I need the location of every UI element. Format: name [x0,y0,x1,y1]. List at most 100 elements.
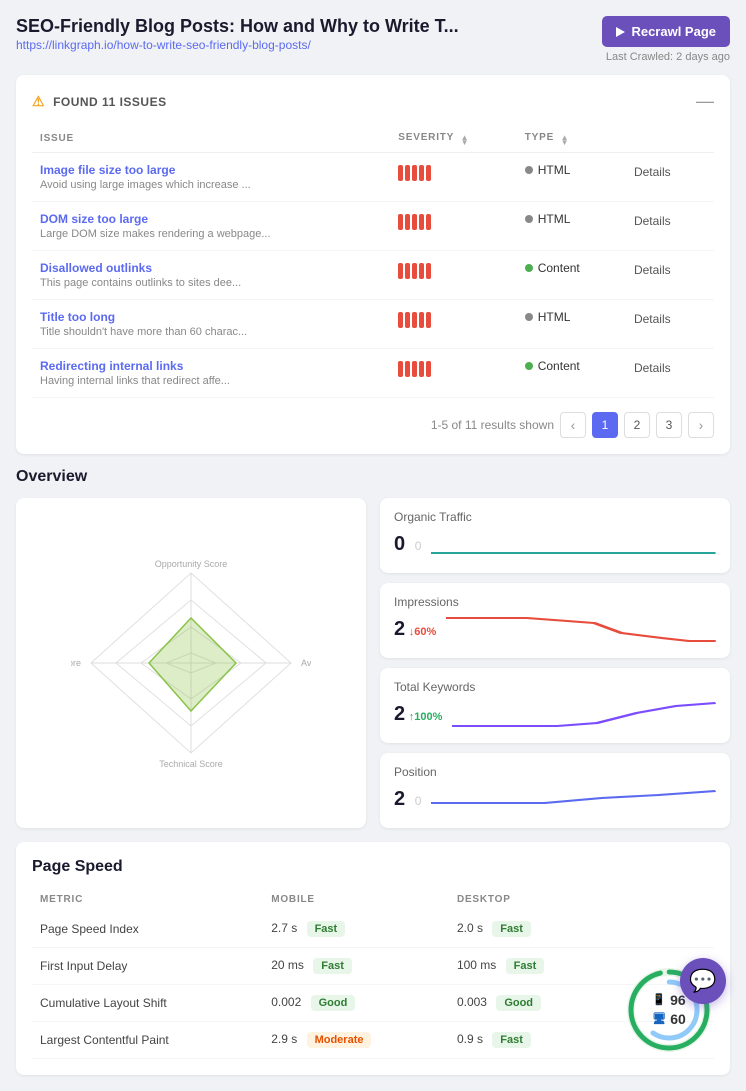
details-cell: Details [620,348,714,397]
table-row: Title too long Title shouldn't have more… [32,299,714,348]
overview-grid: Opportunity Score Avg. Speed Index Techn… [16,498,730,828]
issue-desc: Title shouldn't have more than 60 charac… [40,326,382,338]
page-header: SEO-Friendly Blog Posts: How and Why to … [16,16,730,63]
page-url[interactable]: https://linkgraph.io/how-to-write-seo-fr… [16,38,311,52]
table-row: Disallowed outlinks This page contains o… [32,250,714,299]
issues-table: ISSUE SEVERITY ▲▼ TYPE ▲▼ Image file siz… [32,126,714,398]
issue-name[interactable]: DOM size too large [40,212,382,226]
speed-col-spacer [614,888,714,911]
stat-value-group: 2 0 [394,788,421,811]
severity-bars [398,359,508,377]
stats-column: Organic Traffic 0 0 Impressions 2 [380,498,730,828]
svg-text:Opportunity Score: Opportunity Score [155,559,228,569]
issue-name[interactable]: Redirecting internal links [40,359,382,373]
stat-value: 2 [394,703,405,725]
severity-cell [390,152,516,201]
stat-value-group: 2 ↓60% [394,618,436,641]
sparkline [446,613,716,643]
issues-title: ⚠ FOUND 11 ISSUES [32,93,167,110]
stat-label: Total Keywords [394,680,716,694]
severity-cell [390,299,516,348]
next-page-button[interactable]: › [688,412,714,438]
type-badge: HTML [525,163,612,177]
stat-change: ↑100% [409,711,443,723]
prev-page-button[interactable]: ‹ [560,412,586,438]
desktop-badge: Fast [492,1032,531,1048]
stat-value: 2 [394,788,405,810]
stat-label: Position [394,765,716,779]
desktop-val: 0.003 [457,995,487,1009]
type-label: Content [538,261,580,275]
speed-table-row: Largest Contentful Paint 2.9 s Moderate … [32,1021,714,1058]
speed-mobile: 20 ms Fast [263,947,449,984]
type-cell: HTML [517,152,620,201]
issue-cell: DOM size too large Large DOM size makes … [32,201,390,250]
desktop-val: 2.0 s [457,921,483,935]
speed-table: METRIC MOBILE DESKTOP Page Speed Index 2… [32,888,714,1059]
stat-value: 2 [394,618,405,640]
details-button[interactable]: Details [628,212,677,230]
speed-col-desktop: DESKTOP [449,888,614,911]
mobile-val: 2.7 s [271,921,297,935]
overview-title: Overview [16,468,730,486]
type-dot [525,362,533,370]
issue-name[interactable]: Title too long [40,310,382,324]
type-dot [525,313,533,321]
severity-bars [398,212,508,230]
page-3-button[interactable]: 3 [656,412,682,438]
speed-col-metric: METRIC [32,888,263,911]
issue-name[interactable]: Image file size too large [40,163,382,177]
speed-desktop: 0.003 Good [449,984,614,1021]
mobile-icon: 📱 [652,993,666,1007]
type-cell: HTML [517,201,620,250]
type-dot [525,166,533,174]
collapse-icon[interactable]: — [696,91,714,112]
severity-cell [390,201,516,250]
type-badge: Content [525,359,612,373]
mobile-val: 2.9 s [271,1032,297,1046]
stat-value-group: 0 0 [394,533,421,556]
severity-bars [398,163,508,181]
type-cell: Content [517,250,620,299]
play-icon [616,27,625,37]
speed-mobile: 0.002 Good [263,984,449,1021]
type-badge: Content [525,261,612,275]
svg-text:Technical Score: Technical Score [159,759,223,769]
page-1-button[interactable]: 1 [592,412,618,438]
page-speed-title: Page Speed [32,858,714,876]
speed-table-row: First Input Delay 20 ms Fast 100 ms Fast [32,947,714,984]
details-button[interactable]: Details [628,163,677,181]
chat-fab-button[interactable]: 💬 [680,958,726,1004]
mobile-score: 📱 96 [652,991,685,1009]
details-button[interactable]: Details [628,310,677,328]
details-button[interactable]: Details [628,261,677,279]
desktop-badge: Fast [506,958,545,974]
details-button[interactable]: Details [628,359,677,377]
page-title: SEO-Friendly Blog Posts: How and Why to … [16,16,459,37]
stat-row: 2 0 [394,783,716,816]
stat-chart [431,783,716,816]
table-row: Image file size too large Avoid using la… [32,152,714,201]
stat-card-impressions: Impressions 2 ↓60% [380,583,730,658]
desktop-val: 0.9 s [457,1032,483,1046]
stat-label: Organic Traffic [394,510,716,524]
issues-header: ⚠ FOUND 11 ISSUES — [32,91,714,112]
issue-desc: Large DOM size makes rendering a webpage… [40,228,382,240]
speed-desktop: 100 ms Fast [449,947,614,984]
chat-icon: 💬 [689,968,716,994]
speed-metric: Cumulative Layout Shift [32,984,263,1021]
page-2-button[interactable]: 2 [624,412,650,438]
speed-mobile: 2.9 s Moderate [263,1021,449,1058]
mobile-val: 20 ms [271,958,304,972]
stat-chart [452,698,716,731]
mobile-badge: Fast [313,958,352,974]
issue-desc: Having internal links that redirect affe… [40,375,382,387]
last-crawled-label: Last Crawled: 2 days ago [602,51,730,63]
col-actions [620,126,714,152]
issue-name[interactable]: Disallowed outlinks [40,261,382,275]
recrawl-button[interactable]: Recrawl Page [602,16,730,47]
svg-text:Content Score: Content Score [71,658,81,668]
issue-cell: Title too long Title shouldn't have more… [32,299,390,348]
stat-row: 2 ↓60% [394,613,716,646]
radar-svg: Opportunity Score Avg. Speed Index Techn… [71,553,311,773]
